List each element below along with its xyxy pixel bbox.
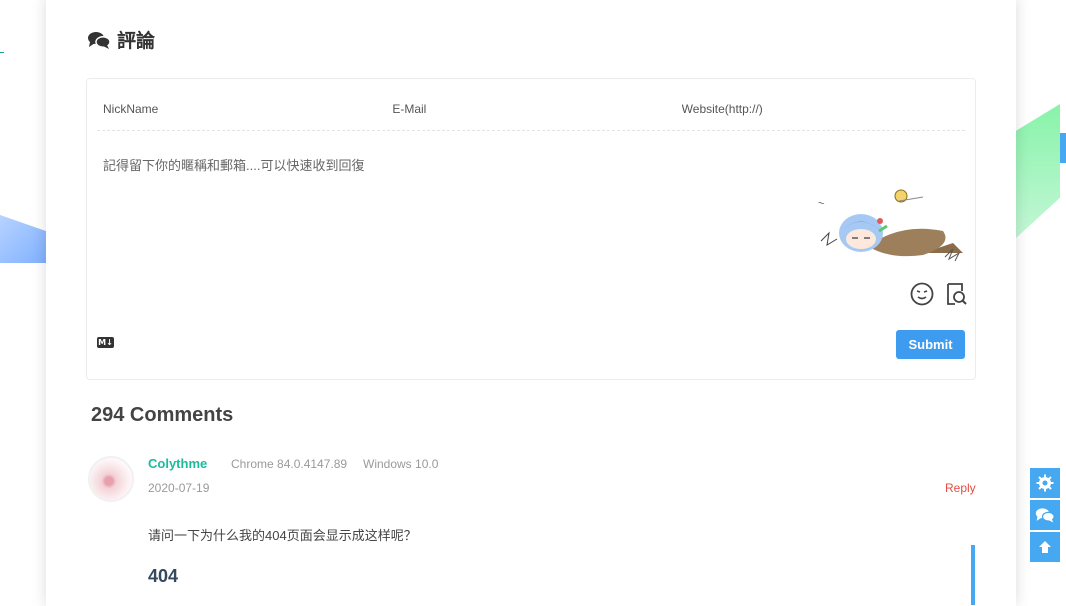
background-decoration-blue: [1060, 133, 1066, 163]
blockquote-bar: [971, 545, 975, 605]
comments-heading: 評論: [87, 26, 155, 53]
comment-heading-404: 404: [148, 566, 179, 586]
comments-card: 評論 ~: [46, 0, 1016, 606]
comment-os: Windows 10.0: [363, 457, 439, 471]
comment-author[interactable]: Colythme: [148, 456, 207, 471]
avatar[interactable]: [88, 456, 134, 502]
comment-textarea[interactable]: [103, 155, 943, 185]
reply-link[interactable]: Reply: [945, 481, 976, 495]
settings-button[interactable]: [1030, 468, 1060, 498]
comments-title: 評論: [117, 31, 156, 52]
emoji-icon[interactable]: [909, 281, 935, 307]
background-decoration-right: [1016, 104, 1060, 238]
markdown-icon[interactable]: M↓: [97, 337, 114, 348]
back-to-top-button[interactable]: [1030, 532, 1060, 562]
comments-count: 294 Comments: [91, 404, 234, 426]
submit-button[interactable]: Submit: [896, 330, 965, 359]
email-input[interactable]: [386, 87, 676, 130]
comment-text: 请问一下为什么我的404页面会显示成这样呢？: [148, 528, 417, 543]
comment-item: Colythme Chrome 84.0.4147.89 Windows 10.…: [88, 456, 978, 606]
comments-jump-button[interactable]: [1030, 500, 1060, 530]
preview-icon[interactable]: [943, 281, 969, 307]
comment-meta-row: [97, 87, 965, 131]
nickname-input[interactable]: [97, 87, 387, 130]
comments-icon: [1035, 508, 1055, 523]
floating-toolbar: [1030, 468, 1060, 564]
svg-text:~: ~: [816, 198, 825, 209]
gear-icon: [1036, 474, 1054, 492]
background-line: [0, 52, 4, 53]
comment-date: 2020-07-19: [148, 481, 210, 495]
arrow-up-icon: [1039, 541, 1051, 553]
comment-editor: ~ M↓ Submit: [86, 78, 976, 380]
comments-icon: [87, 30, 111, 50]
background-decoration-left: [0, 215, 48, 263]
comment-browser: Chrome 84.0.4147.89: [231, 457, 348, 471]
anime-sticker-image: ~: [816, 189, 963, 262]
website-input[interactable]: [675, 87, 965, 130]
